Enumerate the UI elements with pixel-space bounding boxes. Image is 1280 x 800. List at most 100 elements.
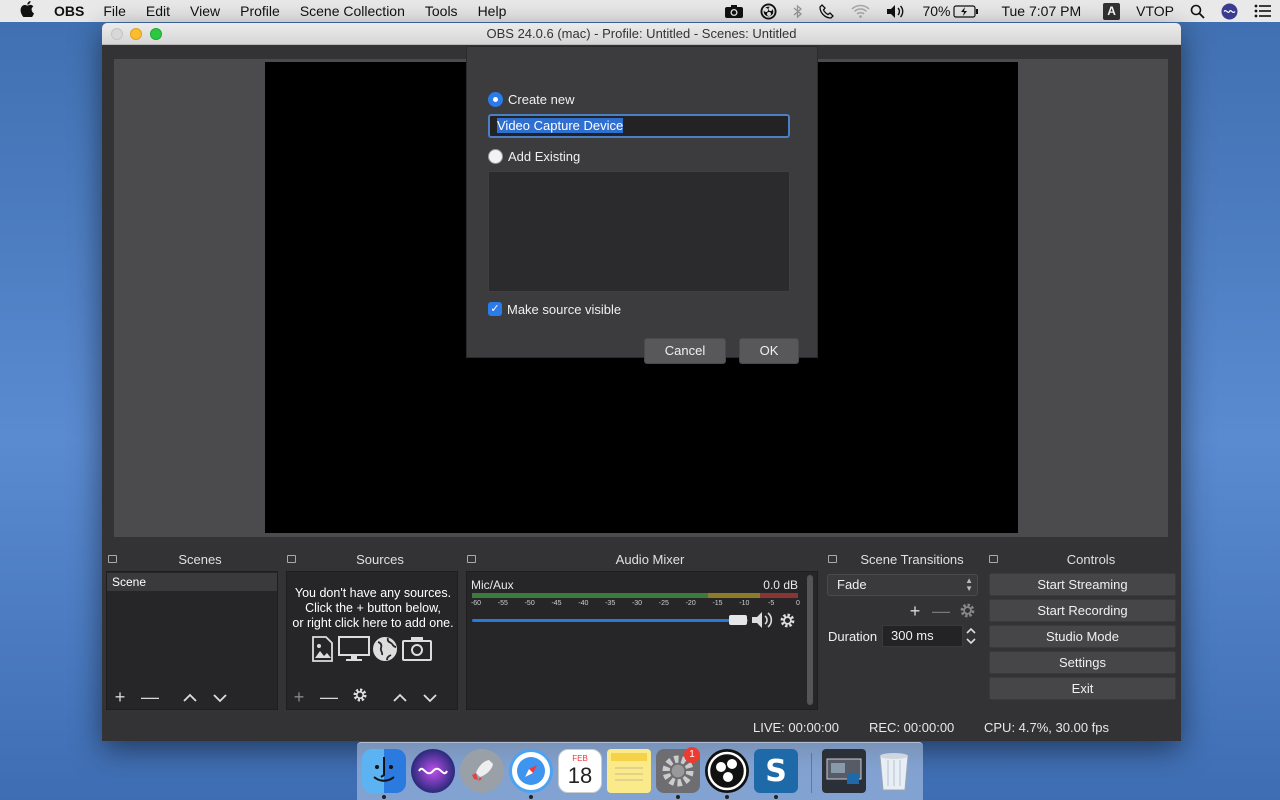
existing-sources-list[interactable] [488,171,790,292]
transition-properties-button[interactable] [957,602,977,623]
make-visible-checkbox[interactable]: ✓ [488,302,502,316]
add-source-button[interactable]: + [289,687,309,707]
siri-dock-icon[interactable] [411,749,455,793]
mac-dock: FEB 18 1 S [357,742,923,800]
make-visible-label[interactable]: Make source visible [507,302,621,317]
menu-app-name[interactable]: OBS [54,3,93,19]
menu-view[interactable]: View [180,3,230,19]
add-transition-button[interactable]: + [905,601,925,621]
create-new-label[interactable]: Create new [508,92,574,107]
gear-icon [353,688,367,702]
safari-dock-icon[interactable] [509,749,553,793]
studio-mode-button[interactable]: Studio Mode [989,625,1176,648]
screen-recording-dock-icon[interactable] [822,749,866,793]
mixer-undock-icon[interactable] [467,555,476,563]
start-streaming-button[interactable]: Start Streaming [989,573,1176,596]
mixer-tick-label: -60 [470,600,482,607]
battery-icon [953,4,979,18]
duration-input[interactable]: 300 ms [882,625,963,647]
siri-icon[interactable] [1213,3,1246,20]
obs-status-icon[interactable] [752,3,785,20]
start-recording-button[interactable]: Start Recording [989,599,1176,622]
menu-edit[interactable]: Edit [136,3,180,19]
menu-file[interactable]: File [93,3,136,19]
source-move-down-button[interactable] [420,687,440,707]
scene-list-item[interactable]: Scene [107,573,277,591]
settings-button[interactable]: Settings [989,651,1176,674]
volume-slider-thumb[interactable] [729,615,747,625]
create-new-radio[interactable] [488,92,503,107]
menu-scene-collection[interactable]: Scene Collection [290,3,415,19]
screenshot-camera-icon[interactable] [716,4,752,19]
scene-move-down-button[interactable] [210,687,230,707]
menu-help[interactable]: Help [468,3,517,19]
ok-button[interactable]: OK [739,338,799,364]
remove-transition-button[interactable]: — [931,601,951,621]
input-source-icon[interactable]: A [1095,2,1128,20]
exit-button[interactable]: Exit [989,677,1176,700]
remove-scene-button[interactable]: — [140,687,160,707]
add-scene-button[interactable]: + [110,687,130,707]
menu-profile[interactable]: Profile [230,3,290,19]
transitions-undock-icon[interactable] [828,555,837,563]
sources-undock-icon[interactable] [287,555,296,563]
mixer-settings-gear-icon[interactable] [779,612,796,634]
snagit-letter-icon: S [765,753,787,789]
camera-source-icon [402,636,432,662]
user-name[interactable]: VTOP [1128,3,1182,19]
scene-move-up-button[interactable] [180,687,200,707]
remove-source-button[interactable]: — [319,687,339,707]
scenes-undock-icon[interactable] [108,555,117,563]
create-source-dialog: Create new Video Capture Device Add Exis… [466,46,818,364]
battery-text: 70% [922,3,951,19]
duration-label: Duration [828,629,878,644]
mixer-tick-label: -50 [524,600,535,607]
launchpad-dock-icon[interactable] [460,749,504,793]
source-move-up-button[interactable] [390,687,410,707]
wifi-icon[interactable] [843,4,878,18]
audio-meter [472,593,798,598]
finder-dock-icon[interactable] [362,749,406,793]
mute-speaker-icon[interactable] [751,611,775,634]
calendar-dock-icon[interactable]: FEB 18 [558,749,602,793]
system-preferences-badge: 1 [684,747,700,763]
chevron-down-icon [423,694,437,703]
scene-item-label: Scene [112,575,147,589]
transition-select[interactable]: Fade ▲ ▼ [827,574,978,596]
sources-dock-title: Sources [356,552,404,567]
volume-slider-track[interactable] [472,619,748,622]
window-title: OBS 24.0.6 (mac) - Profile: Untitled - S… [486,26,797,41]
mixer-tick-label: -35 [605,600,616,607]
volume-icon[interactable] [878,4,914,19]
window-titlebar[interactable]: OBS 24.0.6 (mac) - Profile: Untitled - S… [102,23,1181,45]
snagit-dock-icon[interactable]: S [754,749,798,793]
dock-separator [811,753,812,793]
controls-undock-icon[interactable] [989,555,998,563]
bluetooth-icon[interactable] [785,4,811,19]
notification-center-icon[interactable] [1246,4,1280,18]
mixer-tick-label: -30 [631,600,643,607]
menu-tools[interactable]: Tools [415,3,468,19]
clock[interactable]: Tue 7:07 PM [987,3,1095,19]
window-close-button[interactable] [111,28,123,40]
add-existing-radio[interactable] [488,149,503,164]
obs-dock-icon[interactable] [705,749,749,793]
source-name-input[interactable]: Video Capture Device [488,114,790,138]
chevron-up-icon [183,693,197,702]
source-properties-button[interactable] [350,687,370,707]
mixer-scrollbar[interactable] [807,575,813,705]
window-maximize-button[interactable] [150,28,162,40]
cancel-button[interactable]: Cancel [644,338,726,364]
add-existing-label[interactable]: Add Existing [508,149,580,164]
spotlight-search-icon[interactable] [1182,4,1213,19]
window-minimize-button[interactable] [130,28,142,40]
notes-dock-icon[interactable] [607,749,651,793]
mixer-tick-label: -45 [551,600,562,607]
battery-percent[interactable]: 70% [914,3,987,19]
phone-icon[interactable] [811,3,843,19]
duration-stepper-icon[interactable] [965,625,977,650]
trash-dock-icon[interactable] [872,749,916,793]
mixer-tick-label: -5 [768,600,775,607]
mixer-tick-label: -15 [712,600,723,607]
apple-menu-icon[interactable] [0,0,54,22]
